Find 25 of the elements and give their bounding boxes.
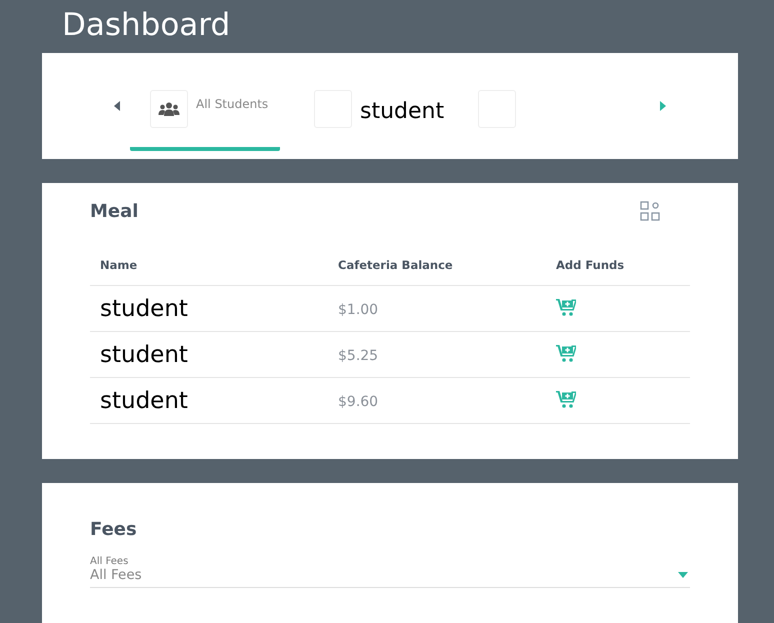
add-to-cart-icon[interactable] [556,298,576,316]
tab-label: student [360,99,444,124]
student-name: student [100,342,188,368]
previous-arrow-icon[interactable] [114,101,120,111]
tab-label: All Students [196,97,268,111]
column-header: Name [90,258,328,286]
widget-settings-icon[interactable] [640,201,660,221]
balance-amount: $1.00 [338,302,378,318]
student-name: student [100,296,188,322]
people-group-icon [158,102,180,116]
add-to-cart-icon[interactable] [556,344,576,362]
dropdown-caret-icon [678,572,688,578]
section-title: Meal [90,201,138,222]
section-title: Fees [90,519,138,540]
fees-dropdown[interactable]: All Fees All Fees [90,556,690,588]
next-arrow-icon[interactable] [660,101,666,111]
student-tab[interactable]: All Students [130,87,280,151]
student-name: student [100,388,188,414]
balance-amount: $9.60 [338,394,378,410]
student-tab[interactable]: student [294,87,444,151]
column-header: Cafeteria Balance [328,258,546,286]
page-title: Dashboard [61,6,232,45]
column-header: Add Funds [546,258,690,286]
add-to-cart-icon[interactable] [556,390,576,408]
balance-amount: $5.25 [338,348,378,364]
